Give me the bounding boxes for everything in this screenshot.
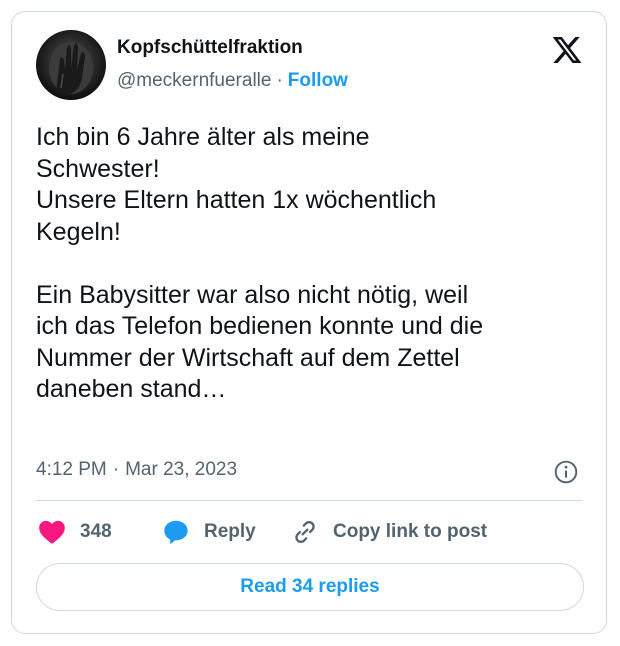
tweet-line: daneben stand… <box>36 375 227 403</box>
tweet-line: Nummer der Wirtschaft auf dem Zettel <box>36 343 460 372</box>
hand-over-face-icon <box>49 42 93 94</box>
timestamp-separator: · <box>112 459 120 480</box>
author-handle-row: @meckernfueralle · Follow <box>117 70 348 92</box>
author-display-name[interactable]: Kopfschüttelfraktion <box>117 37 303 59</box>
heart-icon <box>39 520 65 544</box>
tweet-line: Schwester! <box>36 154 160 183</box>
tweet-line: Kegeln! <box>36 217 121 246</box>
link-icon <box>295 521 315 543</box>
reply-button[interactable]: Reply <box>162 517 256 547</box>
read-replies-button[interactable]: Read 34 replies <box>36 563 584 611</box>
follow-link[interactable]: Follow <box>288 70 348 91</box>
avatar[interactable] <box>36 30 106 100</box>
handle-separator: · <box>276 70 283 91</box>
copy-link-label: Copy link to post <box>333 521 488 542</box>
like-count: 348 <box>80 521 112 542</box>
tweet-text: Ich bin 6 Jahre älter als meine Schweste… <box>36 122 576 406</box>
tweet-line: ich das Telefon bedienen konnte und die <box>36 312 484 340</box>
tweet-line: Ein Babysitter war also nicht nötig, wei… <box>36 280 469 309</box>
tweet-line: Ich bin 6 Jahre älter als meine <box>36 123 370 151</box>
tweet-time: 4:12 PM <box>36 459 107 480</box>
tweet-line: Unsere Eltern hatten 1x wöchentlich <box>36 186 437 214</box>
reply-label: Reply <box>204 521 256 542</box>
tweet-card: Kopfschüttelfraktion @meckernfueralle · Fo… <box>11 11 607 634</box>
like-button[interactable]: 348 <box>38 517 112 547</box>
tweet-date: Mar 23, 2023 <box>125 459 238 480</box>
divider <box>36 500 582 501</box>
speech-bubble-icon <box>164 520 188 545</box>
tweet-timestamp[interactable]: 4:12 PM · Mar 23, 2023 <box>36 459 237 481</box>
author-handle[interactable]: @meckernfueralle <box>117 70 271 91</box>
x-logo-icon[interactable] <box>551 34 583 66</box>
copy-link-button[interactable]: Copy link to post <box>291 517 487 547</box>
info-icon[interactable] <box>553 459 579 485</box>
tweet-blank-line <box>36 248 576 280</box>
